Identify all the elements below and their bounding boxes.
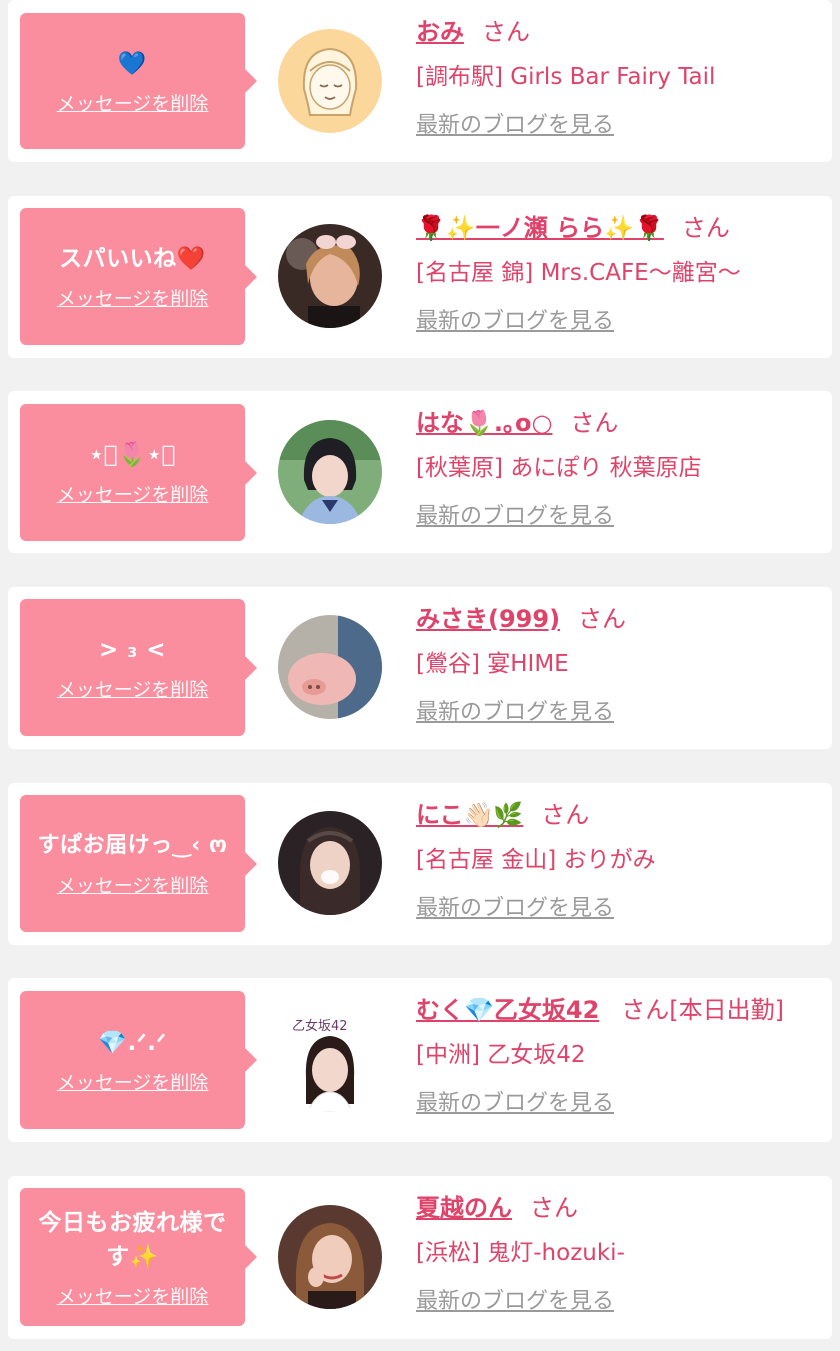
message-card: 今日もお疲れ様です✨ メッセージを削除 夏越のん さん [浜松] 鬼灯-hozuk… — [8, 1176, 832, 1339]
message-text: ⋆͛🌷⋆͛ — [89, 442, 176, 468]
message-text: 💎.ᐟ.ᐟ — [98, 1029, 167, 1056]
honorific: さん — [530, 1194, 578, 1222]
message-bubble: 💙 メッセージを削除 — [20, 13, 257, 149]
message-text: すぱお届けっ‿‹ ო — [37, 833, 228, 858]
avatar[interactable]: 乙女坂42 — [278, 1008, 382, 1112]
delete-message-link[interactable]: メッセージを削除 — [57, 89, 209, 116]
message-card: すぱお届けっ‿‹ ო メッセージを削除 にこ👋🏻🌿 さん [名古屋 金山] おりが… — [8, 783, 832, 945]
message-bubble: 💎.ᐟ.ᐟ メッセージを削除 — [20, 991, 257, 1129]
latest-blog-link[interactable]: 最新のブログを見る — [416, 893, 822, 925]
cast-name-link[interactable]: 🌹✨一ノ瀬 らら✨🌹 — [416, 214, 664, 242]
latest-blog-link[interactable]: 最新のブログを見る — [416, 501, 822, 533]
message-card: > ₃ < メッセージを削除 みさき(999) さん [鶯谷] 宴HIME 最新の… — [8, 587, 832, 749]
shop-name: [鶯谷] 宴HIME — [416, 651, 569, 677]
cast-name-link[interactable]: にこ👋🏻🌿 — [416, 801, 523, 829]
message-card: 💙 メッセージを削除 おみ さん [調布駅] Girls Bar Fairy Ta… — [8, 0, 832, 162]
message-bubble: すぱお届けっ‿‹ ო メッセージを削除 — [20, 795, 257, 932]
shop-name: [浜松] 鬼灯-hozuki- — [416, 1240, 625, 1266]
message-text: 今日もお疲れ様です✨ — [38, 1209, 227, 1270]
shop-name: [名古屋 錦] Mrs.CAFE〜離宮〜 — [416, 260, 741, 286]
cast-name-link[interactable]: はな🌷.｡o○ — [416, 409, 552, 437]
message-card: スパいいね❤️ メッセージを削除 🌹✨一ノ瀬 らら✨🌹 さん [名古屋 錦] Mr… — [8, 196, 832, 358]
latest-blog-link[interactable]: 最新のブログを見る — [416, 306, 822, 338]
avatar[interactable] — [278, 224, 382, 328]
honorific: さん[本日出勤] — [621, 996, 785, 1024]
message-list: 💙 メッセージを削除 おみ さん [調布駅] Girls Bar Fairy Ta… — [0, 0, 840, 1351]
cast-name-link[interactable]: むく💎乙女坂42 — [416, 996, 599, 1024]
delete-message-link[interactable]: メッセージを削除 — [57, 284, 209, 311]
message-bubble: 今日もお疲れ様です✨ メッセージを削除 — [20, 1188, 257, 1326]
shop-name: [秋葉原] あにぽり 秋葉原店 — [416, 455, 702, 481]
avatar[interactable] — [278, 811, 382, 915]
message-bubble: > ₃ < メッセージを削除 — [20, 599, 257, 736]
shop-name: [調布駅] Girls Bar Fairy Tail — [416, 64, 716, 90]
avatar[interactable] — [278, 615, 382, 719]
delete-message-link[interactable]: メッセージを削除 — [57, 1282, 209, 1309]
message-text: スパいいね❤️ — [59, 246, 206, 272]
delete-message-link[interactable]: メッセージを削除 — [57, 1068, 209, 1095]
shop-name: [名古屋 金山] おりがみ — [416, 847, 656, 873]
latest-blog-link[interactable]: 最新のブログを見る — [416, 1088, 822, 1120]
honorific: さん — [541, 801, 590, 829]
cast-name-link[interactable]: みさき(999) — [416, 605, 560, 633]
honorific: さん — [482, 18, 530, 46]
latest-blog-link[interactable]: 最新のブログを見る — [416, 697, 822, 729]
honorific: さん — [578, 605, 627, 633]
delete-message-link[interactable]: メッセージを削除 — [57, 675, 209, 702]
message-card: 💎.ᐟ.ᐟ メッセージを削除 乙女坂42 むく💎乙女坂42 さん[本日出勤] [中… — [8, 978, 832, 1142]
avatar-caption: 乙女坂42 — [292, 1018, 348, 1034]
message-card: ⋆͛🌷⋆͛ メッセージを削除 はな🌷.｡o○ さん [秋葉原] あにぽり 秋葉原店… — [8, 391, 832, 553]
avatar[interactable] — [278, 29, 382, 133]
avatar[interactable] — [278, 1205, 382, 1309]
message-bubble: スパいいね❤️ メッセージを削除 — [20, 208, 257, 345]
latest-blog-link[interactable]: 最新のブログを見る — [416, 1286, 822, 1318]
message-bubble: ⋆͛🌷⋆͛ メッセージを削除 — [20, 404, 257, 541]
latest-blog-link[interactable]: 最新のブログを見る — [416, 110, 822, 142]
avatar[interactable] — [278, 420, 382, 524]
honorific: さん — [681, 214, 730, 242]
message-text: 💙 — [117, 50, 148, 77]
cast-name-link[interactable]: おみ — [416, 18, 464, 46]
delete-message-link[interactable]: メッセージを削除 — [57, 871, 209, 898]
cast-name-link[interactable]: 夏越のん — [416, 1194, 512, 1222]
delete-message-link[interactable]: メッセージを削除 — [57, 480, 209, 507]
shop-name: [中洲] 乙女坂42 — [416, 1042, 586, 1068]
message-text: > ₃ < — [98, 637, 167, 663]
honorific: さん — [570, 409, 619, 437]
